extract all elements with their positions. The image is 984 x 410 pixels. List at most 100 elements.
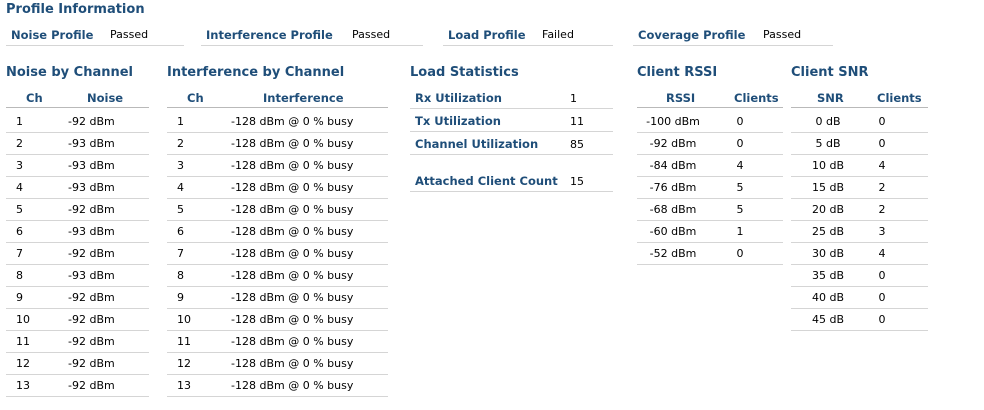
clients-cell: 4	[736, 159, 744, 172]
tx-utilization-value: 11	[570, 115, 584, 128]
channel-cell: 1	[177, 115, 184, 128]
noise-cell: -92 dBm	[68, 313, 115, 326]
interference-cell: -128 dBm @ 0 % busy	[231, 379, 354, 392]
attached-client-count-value: 15	[570, 175, 584, 188]
channel-cell: 13	[177, 379, 191, 392]
noise-ch-header: Ch	[26, 91, 43, 105]
interference-cell: -128 dBm @ 0 % busy	[231, 159, 354, 172]
table-row: 6 -128 dBm @ 0 % busy	[167, 220, 388, 243]
channel-cell: 12	[177, 357, 191, 370]
snr-cell: 5 dB	[815, 137, 841, 150]
table-row: 35 dB 0	[791, 264, 928, 287]
interference-cell: -128 dBm @ 0 % busy	[231, 269, 354, 282]
noise-cell: -93 dBm	[68, 181, 115, 194]
rx-utilization-underline	[410, 108, 613, 109]
channel-cell: 7	[16, 247, 23, 260]
interference-cell: -128 dBm @ 0 % busy	[231, 137, 354, 150]
channel-cell: 9	[16, 291, 23, 304]
snr-cell: 30 dB	[811, 247, 845, 260]
rssi-cell: -76 dBm	[649, 181, 697, 194]
table-row: -92 dBm 0	[637, 132, 783, 155]
channel-cell: 3	[177, 159, 184, 172]
channel-cell: 10	[177, 313, 191, 326]
channel-cell: 6	[16, 225, 23, 238]
interference-cell: -128 dBm @ 0 % busy	[231, 335, 354, 348]
channel-cell: 11	[16, 335, 30, 348]
interference-profile-underline	[201, 45, 423, 46]
rssi-cell: -84 dBm	[649, 159, 697, 172]
coverage-profile-value: Passed	[763, 28, 802, 41]
clients-cell: 5	[736, 181, 744, 194]
table-row: 8 -128 dBm @ 0 % busy	[167, 264, 388, 287]
clients-cell: 0	[878, 313, 886, 326]
table-row: 5 dB 0	[791, 132, 928, 155]
clients-cell: 4	[878, 247, 886, 260]
noise-by-channel-title: Noise by Channel	[6, 65, 134, 80]
clients-cell: 0	[736, 115, 744, 128]
table-row: 3 -128 dBm @ 0 % busy	[167, 154, 388, 177]
table-row: 1 -92 dBm	[6, 110, 149, 133]
table-row: 1 -128 dBm @ 0 % busy	[167, 110, 388, 133]
table-row: 45 dB 0	[791, 308, 928, 331]
clients-cell: 0	[878, 137, 886, 150]
snr-clients-header: Clients	[877, 91, 922, 105]
table-row: 7 -92 dBm	[6, 242, 149, 265]
interference-by-channel-title: Interference by Channel	[167, 65, 345, 80]
noise-cell: -92 dBm	[68, 203, 115, 216]
table-row: 4 -93 dBm	[6, 176, 149, 199]
load-profile-underline	[443, 45, 613, 46]
channel-cell: 6	[177, 225, 184, 238]
client-rssi-title: Client RSSI	[637, 65, 718, 80]
channel-cell: 4	[16, 181, 23, 194]
noise-cell: -93 dBm	[68, 137, 115, 150]
channel-utilization-label: Channel Utilization	[415, 137, 539, 151]
interference-cell: -128 dBm @ 0 % busy	[231, 247, 354, 260]
table-row: 10 dB 4	[791, 154, 928, 177]
interference-cell: -128 dBm @ 0 % busy	[231, 357, 354, 370]
noise-cell: -92 dBm	[68, 335, 115, 348]
table-row: 25 dB 3	[791, 220, 928, 243]
table-row: 9 -92 dBm	[6, 286, 149, 309]
snr-cell: 15 dB	[811, 181, 845, 194]
interference-cell: -128 dBm @ 0 % busy	[231, 291, 354, 304]
client-snr-title: Client SNR	[791, 65, 869, 80]
channel-cell: 2	[177, 137, 184, 150]
noise-cell: -92 dBm	[68, 357, 115, 370]
table-row: 3 -93 dBm	[6, 154, 149, 177]
clients-cell: 0	[736, 137, 744, 150]
snr-cell: 0 dB	[815, 115, 841, 128]
table-row: 5 -128 dBm @ 0 % busy	[167, 198, 388, 221]
profile-information-title: Profile Information	[6, 2, 145, 17]
table-row: 2 -93 dBm	[6, 132, 149, 155]
noise-cell: -92 dBm	[68, 379, 115, 392]
noise-profile-label: Noise Profile	[11, 28, 94, 42]
interference-cell: -128 dBm @ 0 % busy	[231, 181, 354, 194]
table-row: 11 -92 dBm	[6, 330, 149, 353]
clients-cell: 2	[878, 203, 886, 216]
table-row: 2 -128 dBm @ 0 % busy	[167, 132, 388, 155]
interference-cell: -128 dBm @ 0 % busy	[231, 115, 354, 128]
coverage-profile-label: Coverage Profile	[638, 28, 746, 42]
noise-cell: -92 dBm	[68, 115, 115, 128]
table-row: -76 dBm 5	[637, 176, 783, 199]
clients-cell: 1	[736, 225, 744, 238]
noise-cell: -93 dBm	[68, 225, 115, 238]
interference-cell: -128 dBm @ 0 % busy	[231, 203, 354, 216]
rssi-cell: -100 dBm	[646, 115, 700, 128]
table-row: 11 -128 dBm @ 0 % busy	[167, 330, 388, 353]
table-row: 20 dB 2	[791, 198, 928, 221]
load-profile-label: Load Profile	[448, 28, 526, 42]
interference-interference-header: Interference	[263, 91, 344, 105]
channel-cell: 8	[16, 269, 23, 282]
table-row: 0 dB 0	[791, 110, 928, 133]
table-row: 40 dB 0	[791, 286, 928, 309]
attached-client-count-underline	[410, 191, 613, 192]
snr-cell: 35 dB	[811, 269, 845, 282]
table-row: 4 -128 dBm @ 0 % busy	[167, 176, 388, 199]
noise-noise-header: Noise	[87, 91, 124, 105]
channel-cell: 7	[177, 247, 184, 260]
clients-cell: 0	[878, 269, 886, 282]
table-row: -68 dBm 5	[637, 198, 783, 221]
interference-profile-label: Interference Profile	[206, 28, 333, 42]
table-row: 10 -92 dBm	[6, 308, 149, 331]
